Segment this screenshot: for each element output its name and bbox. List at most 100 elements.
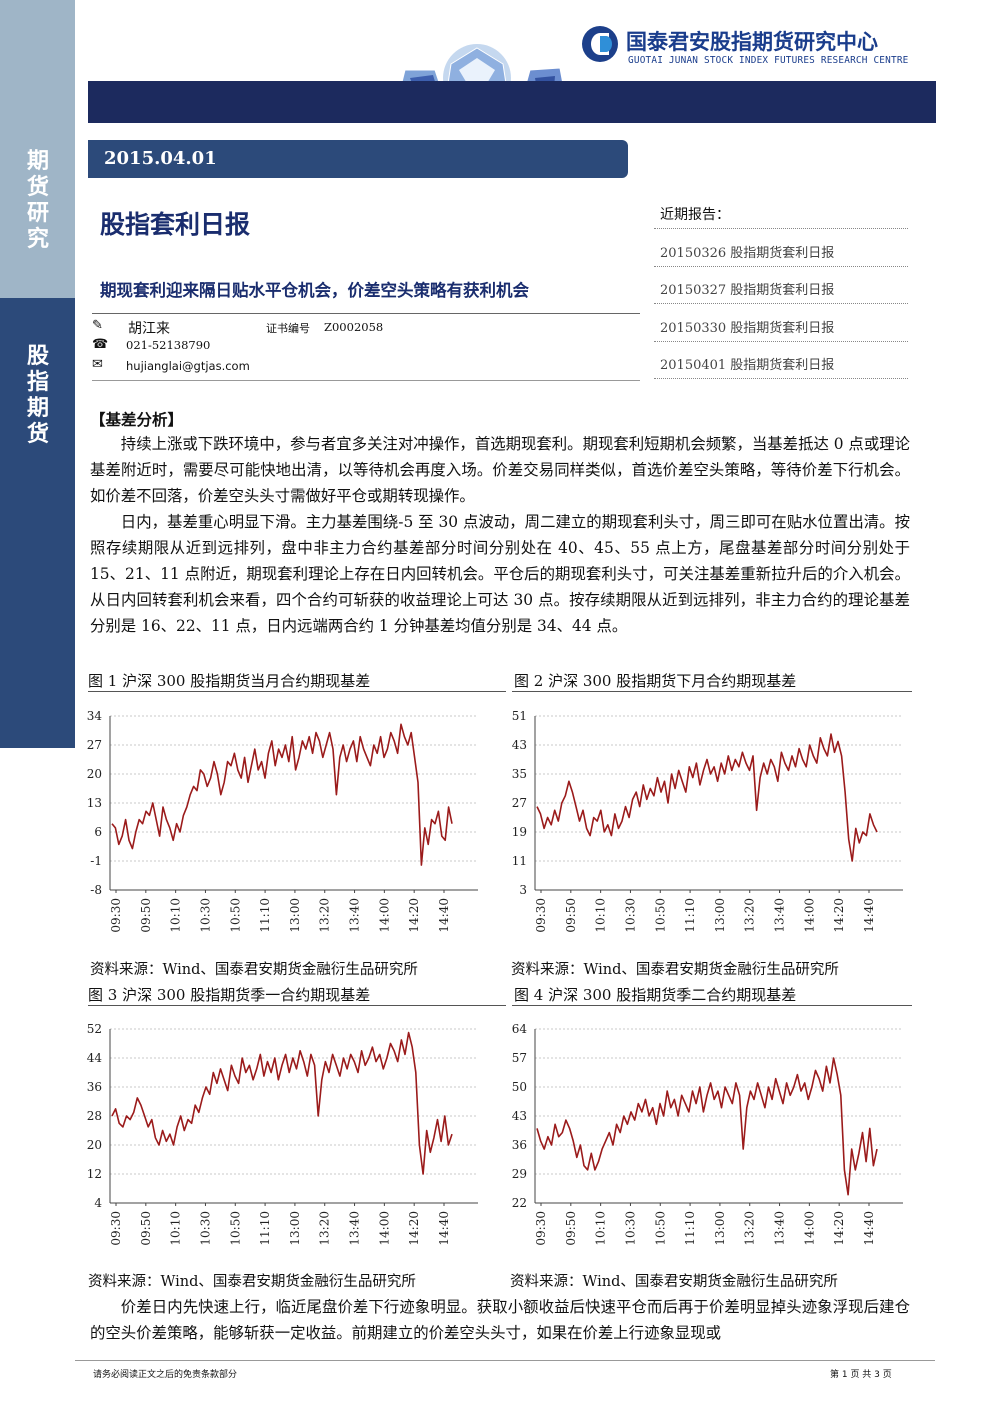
y-tick-label: 12 (87, 1167, 102, 1181)
y-tick-label: 19 (512, 825, 527, 839)
x-tick-label: 13:00 (288, 1211, 302, 1246)
chart-front-month-basis: 34 27 20 13 6 -1 -8 09:30 09:50 10:10 10:30 10:50 11… (87, 709, 478, 933)
recent-reports-title: 近期报告： (660, 207, 730, 223)
chart-quarter1-basis: 52 44 36 28 20 12 4 09:30 09:50 10:10 10:30 10:50 11… (87, 1022, 478, 1246)
section-heading: 【基差分析】 (90, 410, 184, 429)
y-tick-label: -8 (90, 883, 102, 897)
y-tick-label: 11 (512, 854, 527, 868)
phone-icon: ☎ (92, 337, 109, 352)
sidebar-mid-label: 股指期货 (26, 343, 49, 447)
x-tick-label: 10:50 (228, 898, 242, 933)
figure-title-underline (512, 691, 912, 692)
report-date: 2015.04.01 (104, 148, 217, 169)
y-tick-label: 35 (512, 767, 527, 781)
x-tick-label: 14:00 (802, 898, 816, 933)
cert-number: Z0002058 (324, 320, 384, 334)
x-tick-label: 14:20 (832, 1211, 846, 1246)
x-tick-label: 11:10 (258, 898, 272, 933)
org-name-cn: 国泰君安股指期货研究中心 (626, 30, 878, 54)
y-tick-label: 51 (512, 709, 527, 723)
x-tick-label: 13:20 (743, 898, 757, 933)
figure-title: 图 3 沪深 300 股指期货季一合约期现基差 (88, 986, 371, 1004)
x-tick-label: 11:10 (683, 898, 697, 933)
y-tick-label: 52 (87, 1022, 102, 1036)
y-tick-label: -1 (90, 854, 102, 868)
y-tick-label: 36 (512, 1138, 527, 1152)
y-tick-label: 43 (512, 738, 527, 752)
figure-title: 图 4 沪深 300 股指期货季二合约期现基差 (514, 986, 797, 1004)
org-name-en: GUOTAI JUNAN STOCK INDEX FUTURES RESEARC… (628, 55, 909, 66)
sidebar-top: 期货研究 (0, 0, 75, 298)
source-note: 资料来源：Wind、国泰君安期货金融衍生品研究所 (510, 1274, 838, 1290)
recent-divider (654, 378, 908, 379)
recent-divider (654, 228, 908, 229)
figure-title: 图 2 沪深 300 股指期货下月合约期现基差 (514, 672, 797, 690)
recent-report-item[interactable]: 20150401 股指期货套利日报 (660, 354, 834, 373)
x-tick-label: 13:00 (713, 1211, 727, 1246)
x-tick-label: 13:40 (773, 898, 787, 933)
y-tick-label: 44 (87, 1051, 103, 1065)
x-tick-label: 13:20 (743, 1211, 757, 1246)
x-tick-label: 14:40 (862, 898, 876, 933)
x-tick-label: 11:10 (258, 1211, 272, 1246)
x-tick-label: 09:30 (534, 898, 548, 933)
logo-accent-shape (600, 36, 612, 52)
author-email[interactable]: hujianglai@gtjas.com (126, 359, 250, 373)
x-tick-label: 14:40 (437, 1211, 451, 1246)
footer-page-number: 第 1 页 共 3 页 (830, 1370, 892, 1380)
recent-divider (654, 303, 908, 304)
y-tick-label: 22 (512, 1196, 527, 1210)
x-tick-label: 10:10 (169, 898, 183, 933)
x-tick-label: 10:30 (623, 898, 637, 933)
subtitle-divider (92, 313, 640, 314)
x-tick-label: 10:30 (623, 1211, 637, 1246)
mail-icon: ✉ (92, 357, 103, 372)
chart-quarter2-basis: 64 57 50 43 36 29 22 09:30 09:50 10:10 10:30 10:50 1… (512, 1022, 903, 1246)
footer-disclaimer: 请务必阅读正文之后的免责条款部分 (93, 1370, 238, 1380)
y-tick-label: 13 (87, 796, 102, 810)
y-tick-label: 20 (87, 767, 102, 781)
x-tick-label: 13:20 (318, 898, 332, 933)
author-name: 胡江来 (128, 321, 170, 337)
body-paragraph: 持续上涨或下跌环境中，参与者宜多关注对冲操作，首选期现套利。期现套利短期机会频繁… (90, 435, 910, 505)
contact-divider (92, 380, 640, 381)
x-tick-label: 10:30 (198, 1211, 212, 1246)
x-tick-label: 10:50 (653, 898, 667, 933)
recent-divider (654, 266, 908, 267)
x-tick-label: 13:20 (318, 1211, 332, 1246)
x-tick-label: 09:30 (109, 898, 123, 933)
x-tick-label: 14:20 (407, 1211, 421, 1246)
recent-report-item[interactable]: 20150326 股指期货套利日报 (660, 242, 834, 261)
figure-title-underline (88, 1005, 506, 1006)
y-tick-label: 20 (87, 1138, 102, 1152)
recent-divider (654, 341, 908, 342)
footer-divider (75, 1360, 935, 1361)
x-tick-label: 14:20 (407, 898, 421, 933)
series-line (536, 733, 878, 862)
recent-report-item[interactable]: 20150330 股指期货套利日报 (660, 317, 834, 336)
figure-title: 图 1 沪深 300 股指期货当月合约期现基差 (88, 672, 371, 690)
x-tick-label: 13:40 (773, 1211, 787, 1246)
y-tick-label: 6 (94, 825, 102, 839)
author-phone: 021-52138790 (126, 338, 211, 352)
sidebar-top-label: 期货研究 (26, 148, 49, 252)
y-tick-label: 27 (87, 738, 102, 752)
y-tick-label: 29 (512, 1167, 527, 1181)
x-tick-label: 10:50 (653, 1211, 667, 1246)
x-tick-label: 14:40 (862, 1211, 876, 1246)
y-tick-label: 3 (519, 883, 527, 897)
x-tick-label: 09:50 (564, 898, 578, 933)
x-tick-label: 10:10 (594, 898, 608, 933)
x-tick-label: 10:10 (594, 1211, 608, 1246)
x-tick-label: 09:30 (534, 1211, 548, 1246)
x-tick-label: 09:50 (139, 898, 153, 933)
x-tick-label: 10:10 (169, 1211, 183, 1246)
y-tick-label: 43 (512, 1109, 527, 1123)
page-title: 股指套利日报 (100, 210, 251, 239)
recent-report-item[interactable]: 20150327 股指期货套利日报 (660, 279, 834, 298)
x-tick-label: 10:30 (198, 898, 212, 933)
x-tick-label: 09:50 (139, 1211, 153, 1246)
header-bar (88, 81, 936, 123)
body-paragraph: 日内，基差重心明显下滑。主力基差围绕-5 至 30 点波动，周二建立的期现套利头… (90, 513, 910, 635)
figure-title-underline (512, 1005, 912, 1006)
